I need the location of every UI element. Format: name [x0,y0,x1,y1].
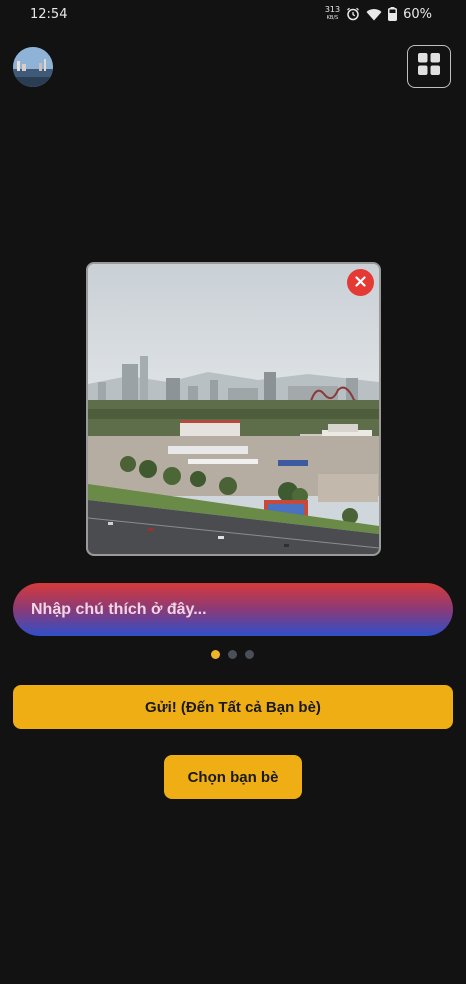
selected-photo [86,262,381,556]
status-icons: 313 KB/S 60% [325,6,432,22]
choose-friends-label: Chọn bạn bè [187,768,279,786]
page-dot-1 [211,650,220,659]
caption-input[interactable]: Nhập chú thích ở đây... [13,583,453,636]
battery-icon [388,7,398,21]
choose-friends-button[interactable]: Chọn bạn bè [164,755,302,799]
grid-icon [418,53,440,80]
network-speed-unit: KB/S [326,15,339,21]
network-speed: 313 KB/S [325,6,340,22]
page-dot-2 [228,650,237,659]
status-bar: 12:54 313 KB/S 60% [0,0,466,30]
page-indicator [211,650,254,659]
send-to-all-friends-button[interactable]: Gửi! (Đến Tất cả Bạn bè) [13,685,453,729]
network-speed-value: 313 [324,5,341,14]
battery-percent: 60% [403,6,432,22]
close-icon [355,274,366,292]
remove-photo-button[interactable] [347,269,374,296]
profile-avatar[interactable] [13,47,53,87]
caption-placeholder: Nhập chú thích ở đây... [31,600,207,618]
page-dot-3 [245,650,254,659]
status-time: 12:54 [30,7,68,22]
send-button-label: Gửi! (Đến Tất cả Bạn bè) [145,698,321,716]
wifi-icon [366,8,382,21]
alarm-icon [346,7,360,21]
grid-menu-button[interactable] [407,45,451,88]
city-skyline-image [88,264,379,554]
